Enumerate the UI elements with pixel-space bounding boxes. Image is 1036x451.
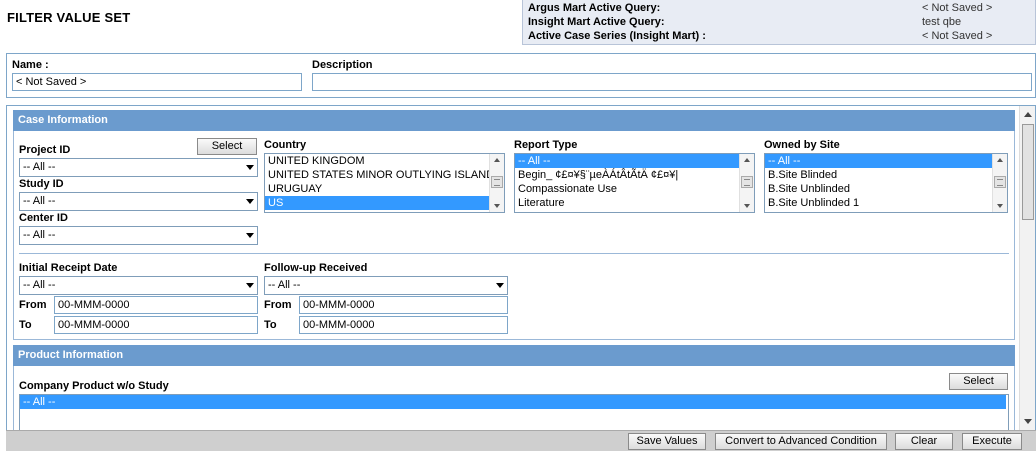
case-divider	[19, 253, 1009, 254]
scroll-down-icon[interactable]	[1024, 419, 1032, 424]
name-input[interactable]	[12, 73, 302, 91]
country-listbox[interactable]: UNITED KINGDOM UNITED STATES MINOR OUTLY…	[264, 153, 505, 213]
scroll-up-icon[interactable]	[744, 158, 750, 162]
owned-by-site-listbox[interactable]: -- All -- B.Site Blinded B.Site Unblinde…	[764, 153, 1008, 213]
report-type-option-selected[interactable]: -- All --	[515, 154, 739, 168]
owned-by-site-option[interactable]: B.Site Unblinded 1	[765, 196, 992, 210]
scroll-thumb[interactable]	[741, 176, 753, 188]
owned-by-site-option[interactable]: B.Site Blinded	[765, 168, 992, 182]
active-case-series-row: Active Case Series (Insight Mart) : < No…	[528, 30, 1033, 43]
report-type-scrollbar[interactable]	[739, 154, 754, 212]
center-id-label: Center ID	[19, 212, 68, 224]
scroll-up-icon[interactable]	[997, 158, 1003, 162]
center-id-dropdown[interactable]: -- All --	[19, 226, 258, 245]
main-vertical-scrollbar[interactable]	[1019, 106, 1035, 430]
chevron-down-icon	[246, 283, 254, 288]
country-option[interactable]: UNITED STATES MINOR OUTLYING ISLANDS	[265, 168, 489, 182]
scroll-down-icon[interactable]	[744, 204, 750, 208]
active-query-value: test qbe	[922, 16, 962, 28]
followup-from-label: From	[264, 299, 292, 311]
filter-panel: Case Information Project ID Select -- Al…	[6, 105, 1036, 431]
initial-to-date-input[interactable]	[54, 316, 258, 334]
followup-received-dropdown[interactable]: -- All --	[264, 276, 508, 295]
owned-by-site-option-selected[interactable]: -- All --	[765, 154, 992, 168]
owned-by-site-label: Owned by Site	[764, 139, 840, 151]
center-id-value: -- All --	[23, 229, 56, 241]
scroll-thumb[interactable]	[491, 176, 503, 188]
initial-receipt-dropdown[interactable]: -- All --	[19, 276, 258, 295]
case-information-body: Project ID Select -- All -- Study ID -- …	[13, 131, 1015, 340]
owned-by-site-option[interactable]: B.Site Unblinded	[765, 182, 992, 196]
scroll-thumb[interactable]	[1022, 124, 1034, 220]
page-title: FILTER VALUE SET	[7, 10, 131, 25]
case-information-header[interactable]: Case Information	[13, 110, 1015, 131]
report-type-option[interactable]: Literature	[515, 196, 739, 210]
followup-received-label: Follow-up Received	[264, 262, 368, 274]
product-information-header[interactable]: Product Information	[13, 345, 1015, 366]
active-query-label: Argus Mart Active Query:	[528, 2, 661, 14]
scroll-thumb[interactable]	[994, 176, 1006, 188]
chevron-down-icon	[246, 199, 254, 204]
save-values-button[interactable]: Save Values	[628, 433, 706, 450]
initial-to-label: To	[19, 319, 32, 331]
scroll-down-icon[interactable]	[494, 204, 500, 208]
initial-from-label: From	[19, 299, 47, 311]
project-id-label: Project ID	[19, 144, 71, 156]
followup-from-date-input[interactable]	[299, 296, 508, 314]
initial-receipt-value: -- All --	[23, 279, 56, 291]
active-query-label: Active Case Series (Insight Mart) :	[528, 30, 706, 42]
company-product-listbox[interactable]: -- All --	[19, 394, 1009, 430]
followup-to-label: To	[264, 319, 277, 331]
study-id-dropdown[interactable]: -- All --	[19, 192, 258, 211]
company-product-select-button[interactable]: Select	[949, 373, 1008, 390]
report-type-listbox[interactable]: -- All -- Begin_ ¢£¤¥§¨µeÀÁtÂtÃtÄ ¢£¤¥| …	[514, 153, 755, 213]
followup-to-date-input[interactable]	[299, 316, 508, 334]
chevron-down-icon	[246, 165, 254, 170]
action-bar: Save Values Convert to Advanced Conditio…	[6, 430, 1036, 451]
country-option-selected[interactable]: US	[265, 196, 489, 210]
active-query-row-insight: Insight Mart Active Query: test qbe	[528, 16, 1033, 29]
chevron-down-icon	[246, 233, 254, 238]
chevron-down-icon	[496, 283, 504, 288]
project-id-dropdown[interactable]: -- All --	[19, 158, 258, 177]
name-panel: Name : Description	[6, 53, 1036, 98]
study-id-value: -- All --	[23, 195, 56, 207]
initial-receipt-date-label: Initial Receipt Date	[19, 262, 118, 274]
product-information-body: Company Product w/o Study Select -- All …	[13, 366, 1015, 430]
active-query-row-argus: Argus Mart Active Query: < Not Saved >	[528, 2, 1033, 15]
report-type-option[interactable]: Compassionate Use	[515, 182, 739, 196]
active-query-label: Insight Mart Active Query:	[528, 16, 665, 28]
scroll-up-icon[interactable]	[1024, 112, 1032, 117]
company-product-label: Company Product w/o Study	[19, 380, 169, 392]
execute-button[interactable]: Execute	[962, 433, 1022, 450]
initial-from-date-input[interactable]	[54, 296, 258, 314]
owned-by-site-scrollbar[interactable]	[992, 154, 1007, 212]
country-option[interactable]: URUGUAY	[265, 182, 489, 196]
company-product-option-selected[interactable]: -- All --	[20, 395, 1006, 409]
country-scrollbar[interactable]	[489, 154, 504, 212]
project-id-value: -- All --	[23, 161, 56, 173]
followup-received-value: -- All --	[268, 279, 301, 291]
convert-to-advanced-condition-button[interactable]: Convert to Advanced Condition	[715, 433, 887, 450]
scroll-up-icon[interactable]	[494, 158, 500, 162]
description-input[interactable]	[312, 73, 1032, 91]
study-id-label: Study ID	[19, 178, 64, 190]
country-option[interactable]: UNITED KINGDOM	[265, 154, 489, 168]
project-select-button[interactable]: Select	[197, 138, 257, 155]
country-label: Country	[264, 139, 307, 151]
active-query-panel: Argus Mart Active Query: < Not Saved > I…	[522, 0, 1036, 45]
description-label: Description	[312, 59, 373, 71]
active-query-value: < Not Saved >	[922, 30, 993, 42]
report-type-label: Report Type	[514, 139, 578, 151]
clear-button[interactable]: Clear	[895, 433, 953, 450]
report-type-option[interactable]: Begin_ ¢£¤¥§¨µeÀÁtÂtÃtÄ ¢£¤¥|	[515, 168, 739, 182]
scroll-down-icon[interactable]	[997, 204, 1003, 208]
active-query-value: < Not Saved >	[922, 2, 993, 14]
name-label: Name :	[12, 59, 49, 71]
